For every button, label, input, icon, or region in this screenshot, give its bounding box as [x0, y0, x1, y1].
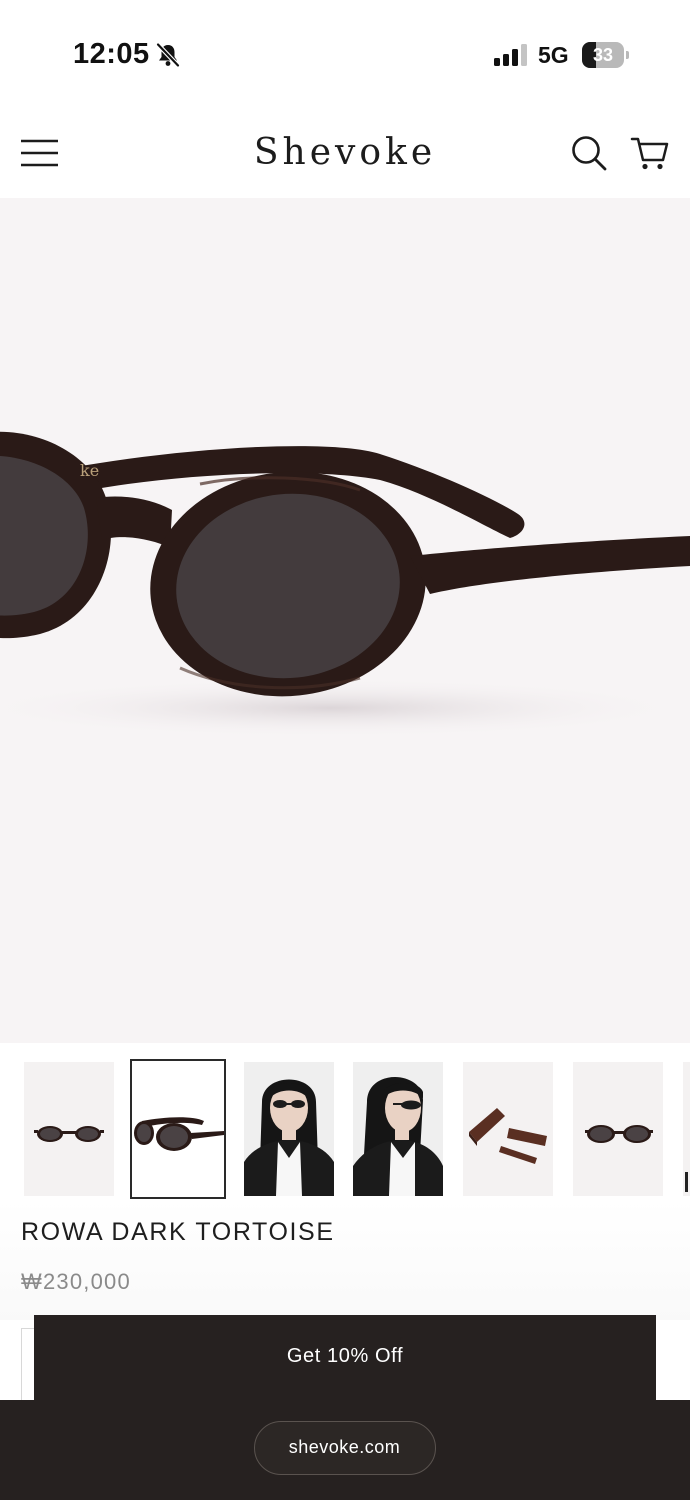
thumbnail-model-front[interactable]	[244, 1062, 334, 1196]
search-icon[interactable]	[570, 134, 608, 172]
brand-logo[interactable]: Shevoke	[200, 132, 490, 173]
thumbnail-model-side[interactable]	[353, 1062, 443, 1196]
thumbnail-partial[interactable]	[683, 1062, 690, 1196]
site-header: Shevoke	[0, 110, 690, 198]
thumbnail-side-view[interactable]	[130, 1059, 226, 1199]
temple-logo-print: ke	[80, 461, 99, 480]
browser-toolbar: shevoke.com	[0, 1400, 690, 1500]
product-hero-image[interactable]: ke	[0, 198, 690, 1043]
cart-icon[interactable]	[630, 134, 670, 172]
product-title: ROWA DARK TORTOISE	[21, 1218, 335, 1246]
hamburger-menu-icon[interactable]	[20, 138, 60, 168]
thumbnail-strip	[0, 1043, 690, 1213]
cellular-signal-icon	[494, 44, 527, 66]
thumbnail-front-view-alt[interactable]	[573, 1062, 663, 1196]
address-bar-url: shevoke.com	[288, 1437, 401, 1457]
thumbnail-front-view[interactable]	[24, 1062, 114, 1196]
battery-percent: 33	[592, 45, 614, 65]
status-time: 12:05	[73, 38, 150, 70]
bell-slash-icon	[156, 42, 180, 68]
network-type: 5G	[538, 42, 569, 68]
thumbnail-case-packaging[interactable]	[463, 1062, 553, 1196]
discount-promo-button[interactable]: Get 10% Off	[34, 1315, 656, 1403]
product-price: ₩230,000	[21, 1269, 131, 1294]
status-bar: 12:05 5G 33	[0, 0, 690, 110]
variant-selector-edge[interactable]	[21, 1328, 35, 1402]
address-bar[interactable]: shevoke.com	[254, 1421, 436, 1475]
battery-indicator: 33	[582, 42, 630, 68]
sunglasses-image: ke	[0, 431, 690, 738]
promo-label: Get 10% Off	[286, 1345, 404, 1367]
